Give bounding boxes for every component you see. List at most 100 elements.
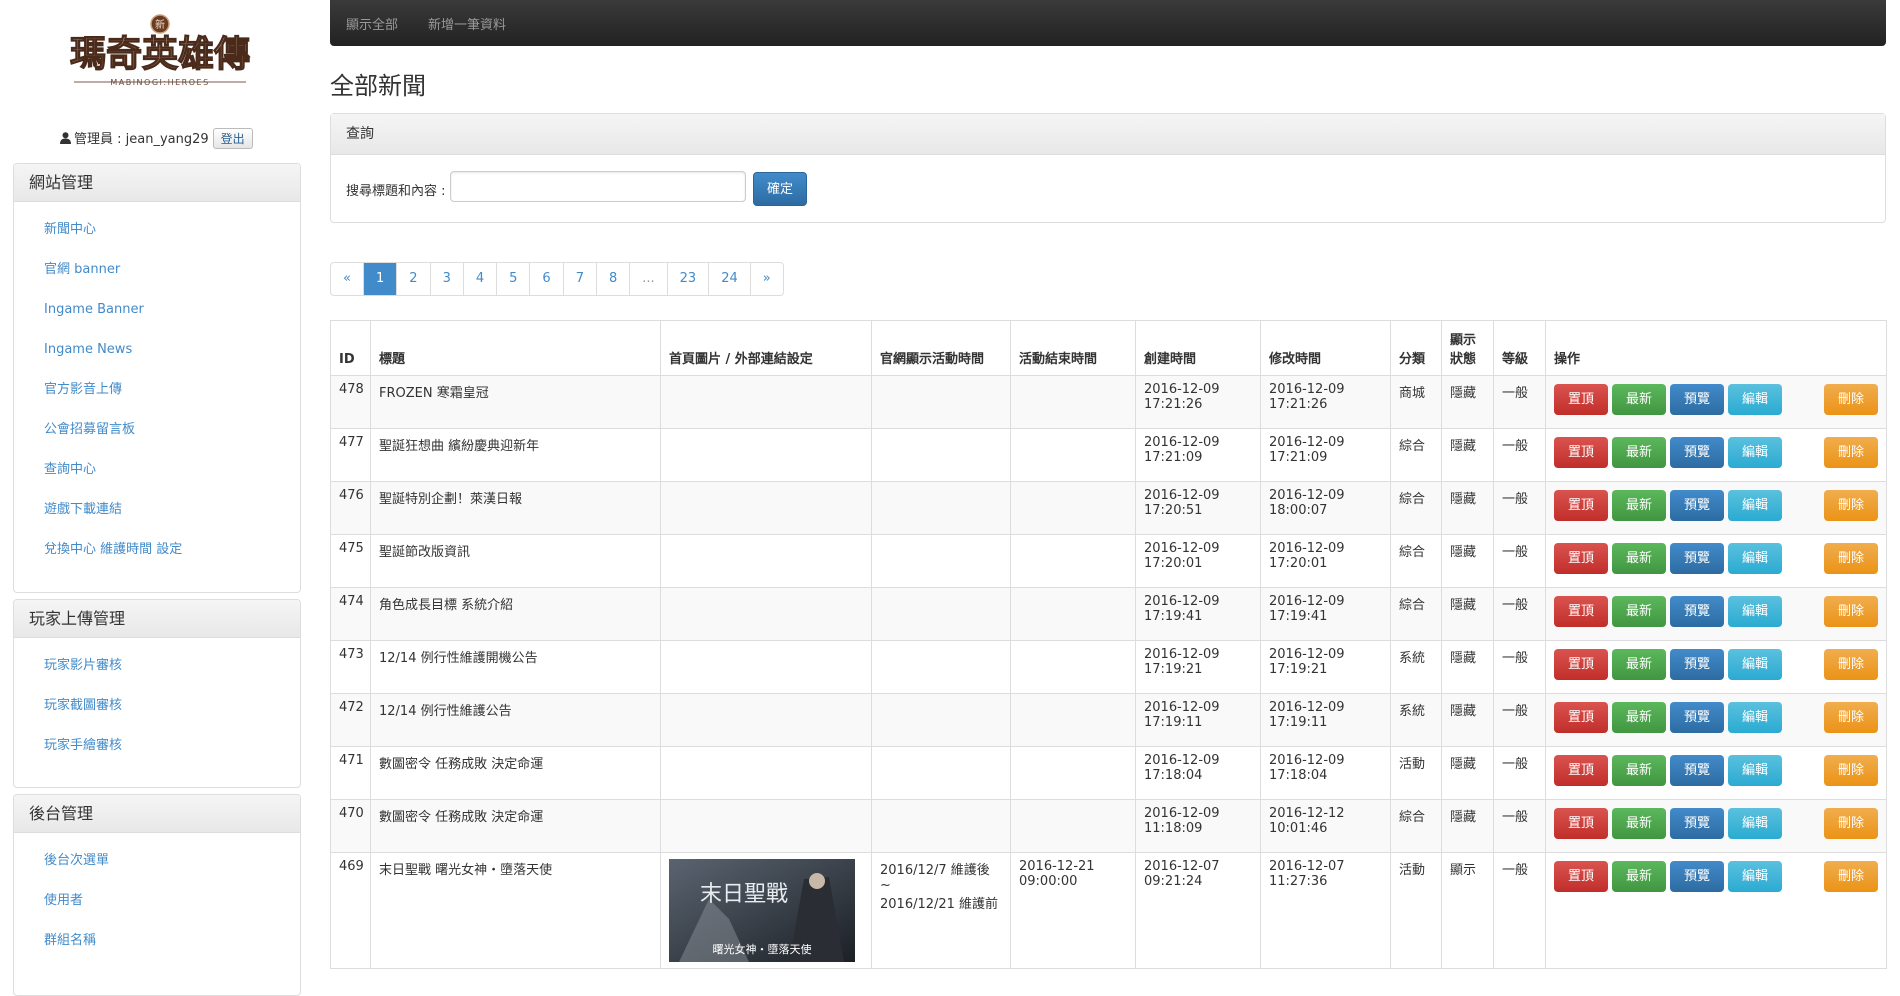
news-thumbnail[interactable]: 末日聖戰曙光女神・墮落天使 (669, 859, 855, 962)
mark-new-button[interactable]: 最新 (1612, 808, 1666, 839)
mark-new-button[interactable]: 最新 (1612, 755, 1666, 786)
sidebar-item-submenu[interactable]: 後台次選單 (14, 847, 300, 887)
cell-end-time (1010, 693, 1136, 747)
cell-category: 系統 (1390, 640, 1442, 694)
pagination-item[interactable]: 7 (564, 263, 597, 295)
sidebar-item-video-upload[interactable]: 官方影音上傳 (14, 376, 300, 416)
sidebar-item-redeem-maintenance[interactable]: 兌換中心 維護時間 設定 (14, 536, 300, 576)
sidebar-item-ingame-banner[interactable]: Ingame Banner (14, 296, 300, 336)
edit-button[interactable]: 編輯 (1728, 543, 1782, 574)
preview-button[interactable]: 預覽 (1670, 861, 1724, 892)
logo-graphic: 新 瑪奇英雄傳 MABINOGI:HEROES (69, 14, 251, 87)
sidebar-item-video-review[interactable]: 玩家影片審核 (14, 652, 300, 692)
mark-new-button[interactable]: 最新 (1612, 437, 1666, 468)
pagination-item[interactable]: 1 (364, 263, 398, 295)
edit-button[interactable]: 編輯 (1728, 437, 1782, 468)
edit-button[interactable]: 編輯 (1728, 702, 1782, 733)
pagination-item[interactable]: 5 (497, 263, 531, 295)
sidebar-item-guild-board[interactable]: 公會招募留言板 (14, 416, 300, 456)
edit-button[interactable]: 編輯 (1728, 808, 1782, 839)
sidebar-item-drawing-review[interactable]: 玩家手繪審核 (14, 732, 300, 772)
pin-top-button[interactable]: 置頂 (1554, 808, 1608, 839)
delete-button[interactable]: 刪除 (1824, 384, 1878, 415)
cell-actions: 置頂 最新 預覽 編輯 刪除 (1545, 534, 1887, 588)
pagination-item[interactable]: « (331, 263, 364, 295)
edit-button[interactable]: 編輯 (1728, 755, 1782, 786)
mark-new-button[interactable]: 最新 (1612, 861, 1666, 892)
sidebar-item-screenshot-review[interactable]: 玩家截圖審核 (14, 692, 300, 732)
edit-button[interactable]: 編輯 (1728, 490, 1782, 521)
pin-top-button[interactable]: 置頂 (1554, 384, 1608, 415)
sidebar-item-download-links[interactable]: 遊戲下載連結 (14, 496, 300, 536)
preview-button[interactable]: 預覽 (1670, 649, 1724, 680)
mark-new-button[interactable]: 最新 (1612, 649, 1666, 680)
delete-button[interactable]: 刪除 (1824, 543, 1878, 574)
mark-new-button[interactable]: 最新 (1612, 384, 1666, 415)
mark-new-button[interactable]: 最新 (1612, 490, 1666, 521)
search-submit-button[interactable]: 確定 (753, 172, 807, 206)
pagination-item[interactable]: 2 (397, 263, 431, 295)
search-input[interactable] (450, 171, 746, 202)
cell-level: 一般 (1493, 587, 1546, 641)
panel-title: 後台管理 (14, 795, 300, 833)
cell-level: 一般 (1493, 640, 1546, 694)
sidebar-item-group-names[interactable]: 群組名稱 (14, 927, 300, 967)
cell-actions: 置頂 最新 預覽 編輯 刪除 (1545, 375, 1887, 429)
preview-button[interactable]: 預覽 (1670, 702, 1724, 733)
preview-button[interactable]: 預覽 (1670, 808, 1724, 839)
preview-button[interactable]: 預覽 (1670, 755, 1724, 786)
delete-button[interactable]: 刪除 (1824, 437, 1878, 468)
delete-button[interactable]: 刪除 (1824, 808, 1878, 839)
pin-top-button[interactable]: 置頂 (1554, 490, 1608, 521)
cell-actions: 置頂 最新 預覽 編輯 刪除 (1545, 481, 1887, 535)
pagination-item[interactable]: 23 (668, 263, 710, 295)
preview-button[interactable]: 預覽 (1670, 596, 1724, 627)
pagination-item[interactable]: 24 (709, 263, 751, 295)
cell-modified: 2016-12-09 17:21:09 (1260, 428, 1391, 482)
cell-status: 隱藏 (1441, 375, 1494, 429)
edit-button[interactable]: 編輯 (1728, 649, 1782, 680)
sidebar-item-query-center[interactable]: 查詢中心 (14, 456, 300, 496)
delete-button[interactable]: 刪除 (1824, 490, 1878, 521)
nav-show-all[interactable]: 顯示全部 (346, 14, 398, 33)
preview-button[interactable]: 預覽 (1670, 384, 1724, 415)
mark-new-button[interactable]: 最新 (1612, 543, 1666, 574)
logout-button[interactable]: 登出 (212, 128, 253, 149)
sidebar-item-users[interactable]: 使用者 (14, 887, 300, 927)
pin-top-button[interactable]: 置頂 (1554, 596, 1608, 627)
pagination-item[interactable]: 4 (464, 263, 498, 295)
pagination-item[interactable]: 3 (431, 263, 464, 295)
site-logo[interactable]: 新 瑪奇英雄傳 MABINOGI:HEROES (60, 10, 260, 102)
sidebar-item-official-banner[interactable]: 官網 banner (14, 256, 300, 296)
nav-add-new[interactable]: 新增一筆資料 (428, 14, 506, 33)
pagination-item[interactable]: » (751, 263, 783, 295)
pin-top-button[interactable]: 置頂 (1554, 755, 1608, 786)
cell-end-time (1010, 746, 1136, 800)
cell-level: 一般 (1493, 481, 1546, 535)
delete-button[interactable]: 刪除 (1824, 861, 1878, 892)
pagination-item[interactable]: 6 (530, 263, 564, 295)
mark-new-button[interactable]: 最新 (1612, 702, 1666, 733)
edit-button[interactable]: 編輯 (1728, 596, 1782, 627)
cell-id: 478 (330, 375, 371, 429)
delete-button[interactable]: 刪除 (1824, 596, 1878, 627)
sidebar-item-ingame-news[interactable]: Ingame News (14, 336, 300, 376)
delete-button[interactable]: 刪除 (1824, 649, 1878, 680)
pin-top-button[interactable]: 置頂 (1554, 437, 1608, 468)
sidebar-item-news-center[interactable]: 新聞中心 (14, 216, 300, 256)
preview-button[interactable]: 預覽 (1670, 437, 1724, 468)
edit-button[interactable]: 編輯 (1728, 384, 1782, 415)
cell-image: 末日聖戰 曙光女神・墮落天使 (660, 852, 872, 969)
preview-button[interactable]: 預覽 (1670, 490, 1724, 521)
preview-button[interactable]: 預覽 (1670, 543, 1724, 574)
pin-top-button[interactable]: 置頂 (1554, 649, 1608, 680)
pin-top-button[interactable]: 置頂 (1554, 861, 1608, 892)
delete-button[interactable]: 刪除 (1824, 702, 1878, 733)
edit-button[interactable]: 編輯 (1728, 861, 1782, 892)
pin-top-button[interactable]: 置頂 (1554, 543, 1608, 574)
mark-new-button[interactable]: 最新 (1612, 596, 1666, 627)
pagination-item[interactable]: 8 (597, 263, 631, 295)
cell-title: 12/14 例行性維護開機公告 (370, 640, 661, 694)
pin-top-button[interactable]: 置頂 (1554, 702, 1608, 733)
delete-button[interactable]: 刪除 (1824, 755, 1878, 786)
